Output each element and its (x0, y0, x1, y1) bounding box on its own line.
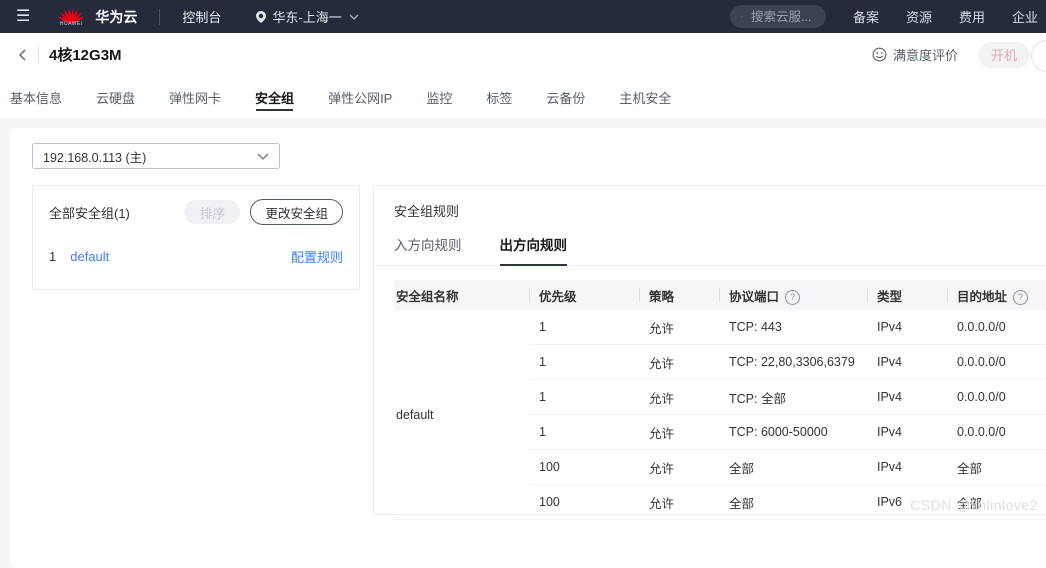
brand-name[interactable]: 华为云 (95, 7, 137, 27)
priority-cell: 1 (529, 415, 639, 450)
nav-divider (159, 9, 160, 25)
page-header-bar: 4核12G3M 满意度评价 开机 (0, 33, 1046, 76)
search-icon (741, 10, 743, 23)
destination-cell: 0.0.0.0/0 (947, 345, 1046, 380)
tab-tags[interactable]: 标签 (486, 76, 512, 118)
col-header-strategy: 策略 (639, 280, 719, 310)
priority-cell: 1 (529, 310, 639, 345)
nav-link-billing[interactable]: 费用 (959, 7, 985, 26)
priority-cell: 1 (529, 345, 639, 380)
tab-eips[interactable]: 弹性公网IP (328, 76, 392, 118)
feedback-label: 满意度评价 (893, 45, 958, 64)
protocol-cell: 全部 (719, 485, 867, 520)
col-header-protocol-port: 协议端口? (719, 280, 867, 310)
huawei-logo[interactable]: HUAWEI (56, 7, 86, 27)
server-title: 4核12G3M (49, 44, 122, 65)
security-group-content-card: 192.168.0.113 (主) 全部安全组(1) 排序 更改安全组 1 de… (10, 128, 1046, 568)
strategy-cell: 允许 (639, 415, 719, 450)
tab-monitoring[interactable]: 监控 (426, 76, 452, 118)
change-security-group-button[interactable]: 更改安全组 (250, 199, 343, 225)
rule-direction-tabs: 入方向规则 出方向规则 (374, 234, 1046, 266)
col-header-group-name: 安全组名称 (394, 280, 529, 310)
cloud-search-box[interactable] (730, 5, 826, 28)
protocol-cell: TCP: 全部 (719, 380, 867, 415)
chevron-down-icon (349, 14, 359, 20)
tab-inbound-rules[interactable]: 入方向规则 (394, 234, 462, 254)
table-header-row: 安全组名称 优先级 策略 协议端口? 类型 目的地址? (394, 280, 1046, 310)
chevron-left-icon (16, 48, 28, 62)
title-divider (38, 47, 39, 63)
region-selector[interactable]: 华东-上海一 (255, 7, 358, 26)
nic-select-dropdown[interactable]: 192.168.0.113 (主) (32, 143, 280, 169)
region-label: 华东-上海一 (272, 7, 341, 26)
left-panel-header: 全部安全组(1) 排序 更改安全组 (33, 199, 359, 225)
top-nav-bar: ☰ HUAWEI 华为云 控制台 华东-上海一 (0, 0, 1046, 33)
security-group-rules-panel: 安全组规则 入方向规则 出方向规则 安全组名称 优先级 策略 协议端口? 类型 … (373, 185, 1046, 515)
chevron-down-icon (257, 153, 269, 160)
security-group-list-panel: 全部安全组(1) 排序 更改安全组 1 default 配置规则 (32, 185, 360, 290)
strategy-cell: 允许 (639, 310, 719, 345)
tab-security-groups[interactable]: 安全组 (255, 76, 294, 118)
nav-link-enterprise[interactable]: 企业 (1012, 7, 1038, 26)
nav-link-beian[interactable]: 备案 (853, 7, 879, 26)
help-icon[interactable]: ? (785, 290, 800, 305)
type-cell: IPv4 (867, 345, 947, 380)
destination-cell: 全部 (947, 450, 1046, 485)
col-header-destination: 目的地址? (947, 280, 1046, 310)
type-cell: IPv4 (867, 450, 947, 485)
tab-cloud-backup[interactable]: 云备份 (546, 76, 585, 118)
location-pin-icon (255, 10, 267, 24)
protocol-cell: TCP: 6000-50000 (719, 415, 867, 450)
all-security-groups-label: 全部安全组(1) (49, 203, 130, 222)
page-header-actions: 满意度评价 开机 (872, 42, 1030, 68)
nav-link-resources[interactable]: 资源 (906, 7, 932, 26)
priority-cell: 100 (529, 450, 639, 485)
configure-rules-link[interactable]: 配置规则 (291, 247, 343, 266)
console-link[interactable]: 控制台 (182, 7, 221, 26)
search-input[interactable] (749, 9, 815, 25)
power-on-button[interactable]: 开机 (978, 42, 1030, 68)
type-cell: IPv4 (867, 415, 947, 450)
outbound-rules-table: 安全组名称 优先级 策略 协议端口? 类型 目的地址? default 1 允许… (394, 280, 1046, 520)
strategy-cell: 允许 (639, 345, 719, 380)
hamburger-menu-icon[interactable]: ☰ (16, 9, 30, 25)
csdn-watermark: CSDN @linlinlove2 (910, 497, 1038, 513)
tab-host-security[interactable]: 主机安全 (619, 76, 671, 118)
strategy-cell: 允许 (639, 450, 719, 485)
type-cell: IPv4 (867, 380, 947, 415)
destination-cell: 0.0.0.0/0 (947, 310, 1046, 345)
nav-right-group: 备案 资源 费用 企业 (730, 5, 1046, 28)
priority-cell: 1 (529, 380, 639, 415)
destination-cell: 0.0.0.0/0 (947, 415, 1046, 450)
detail-tab-bar: 基本信息 云硬盘 弹性网卡 安全组 弹性公网IP 监控 标签 云备份 主机安全 (0, 76, 1046, 118)
rules-panel-title: 安全组规则 (394, 201, 1046, 220)
group-name-link[interactable]: default (70, 249, 109, 264)
strategy-cell: 允许 (639, 380, 719, 415)
logo-wordmark: HUAWEI (60, 22, 83, 27)
group-index: 1 (49, 249, 56, 264)
tab-outbound-rules[interactable]: 出方向规则 (500, 234, 568, 254)
smiley-icon (872, 47, 887, 62)
back-button[interactable] (16, 48, 28, 62)
table-row: default 1 允许 TCP: 443 IPv4 0.0.0.0/0 (394, 310, 1046, 345)
protocol-cell: 全部 (719, 450, 867, 485)
col-header-type: 类型 (867, 280, 947, 310)
protocol-cell: TCP: 22,80,3306,6379 (719, 345, 867, 380)
destination-cell: 0.0.0.0/0 (947, 380, 1046, 415)
sort-button[interactable]: 排序 (184, 200, 240, 224)
satisfaction-feedback-link[interactable]: 满意度评价 (872, 45, 958, 64)
tab-nics[interactable]: 弹性网卡 (169, 76, 221, 118)
strategy-cell: 允许 (639, 485, 719, 520)
col-header-priority: 优先级 (529, 280, 639, 310)
tab-basic-info[interactable]: 基本信息 (10, 76, 62, 118)
type-cell: IPv4 (867, 310, 947, 345)
priority-cell: 100 (529, 485, 639, 520)
nic-selected-value: 192.168.0.113 (主) (43, 147, 146, 166)
security-group-list-item: 1 default 配置规则 (33, 247, 359, 266)
protocol-cell: TCP: 443 (719, 310, 867, 345)
tab-evs-disks[interactable]: 云硬盘 (96, 76, 135, 118)
help-icon[interactable]: ? (1013, 290, 1028, 305)
group-name-cell: default (394, 310, 529, 520)
